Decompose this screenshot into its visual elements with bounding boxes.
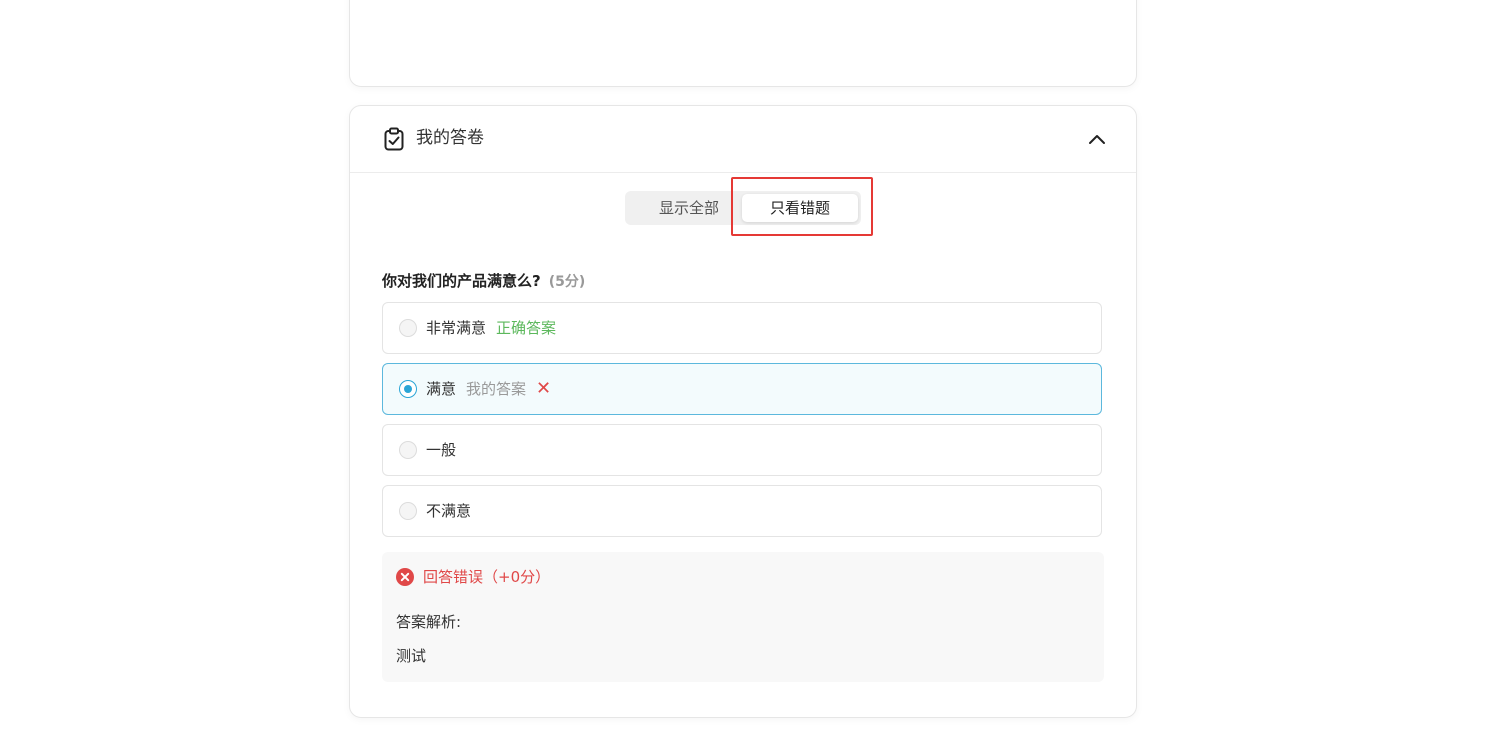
- clipboard-check-icon: [384, 127, 404, 151]
- section-title: 我的答卷: [416, 128, 484, 148]
- question-text: 你对我们的产品满意么?: [382, 272, 541, 290]
- radio-button[interactable]: [399, 502, 417, 520]
- option-average[interactable]: 一般: [382, 424, 1102, 476]
- analysis-label: 答案解析:: [396, 613, 462, 631]
- answer-feedback-panel: 回答错误（+0分） 答案解析: 测试: [382, 552, 1104, 682]
- option-label: 满意: [426, 380, 457, 398]
- radio-button[interactable]: [399, 441, 417, 459]
- question-title: 你对我们的产品满意么? (5分): [382, 270, 585, 293]
- option-label: 不满意: [426, 502, 472, 520]
- question-score: (5分): [548, 274, 586, 290]
- option-unsatisfied[interactable]: 不满意: [382, 485, 1102, 537]
- option-satisfied[interactable]: 满意 我的答案 ✕: [382, 363, 1102, 415]
- correct-answer-tag: 正确答案: [496, 319, 557, 337]
- filter-segmented-control: 显示全部 只看错题: [625, 191, 861, 225]
- wrong-x-icon: ✕: [536, 378, 552, 399]
- analysis-text: 测试: [396, 647, 427, 665]
- my-answer-sheet-card: 我的答卷 显示全部 只看错题 你对我们的产品满意么? (5分) 非常满意 正确答案 …: [349, 105, 1137, 718]
- error-circle-icon: [396, 568, 414, 586]
- option-label: 一般: [426, 441, 457, 459]
- wrong-only-tab[interactable]: 只看错题: [742, 194, 858, 222]
- answer-sheet-header[interactable]: 我的答卷: [350, 106, 1136, 173]
- my-answer-tag: 我的答案: [466, 380, 527, 398]
- result-text: 回答错误（+0分）: [423, 568, 551, 586]
- radio-button-checked[interactable]: [399, 380, 417, 398]
- previous-card: [349, 0, 1137, 87]
- chevron-up-icon[interactable]: [1086, 128, 1108, 150]
- radio-button[interactable]: [399, 319, 417, 337]
- option-label: 非常满意: [426, 319, 487, 337]
- show-all-tab[interactable]: 显示全部: [631, 194, 747, 222]
- option-very-satisfied[interactable]: 非常满意 正确答案: [382, 302, 1102, 354]
